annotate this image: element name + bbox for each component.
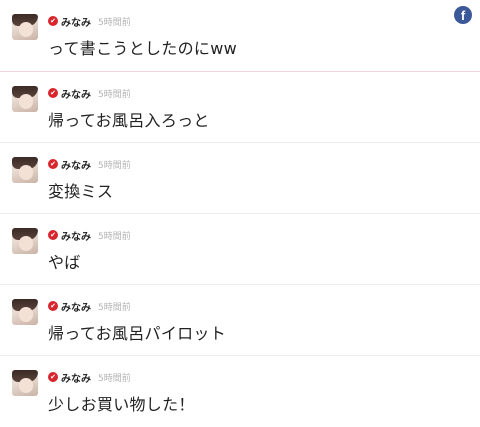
verified-badge-icon: ✔ [48, 16, 58, 26]
post-timestamp: 5時間前 [98, 302, 131, 313]
post-item: ✔ みなみ 5時間前 変換ミス [0, 143, 480, 214]
post-meta: ✔ みなみ 5時間前 [48, 14, 131, 29]
post-timestamp: 5時間前 [98, 160, 131, 171]
post-meta: ✔ みなみ 5時間前 [48, 370, 131, 385]
post-text: 少しお買い物した！ [48, 395, 195, 414]
post-timestamp: 5時間前 [98, 231, 131, 242]
post-item: ✔ みなみ 5時間前 やば [0, 214, 480, 285]
post-meta: ✔ みなみ 5時間前 [48, 86, 131, 101]
post-meta: ✔ みなみ 5時間前 [48, 228, 131, 243]
post-timestamp: 5時間前 [98, 17, 131, 28]
avatar[interactable] [12, 370, 38, 396]
post-item: ✔ みなみ 5時間前 少しお買い物した！ [0, 356, 480, 427]
author-name[interactable]: みなみ [61, 14, 91, 29]
post-text: 帰ってお風呂入ろっと [48, 111, 210, 130]
post-text: 帰ってお風呂パイロット [48, 324, 227, 343]
author-name[interactable]: みなみ [61, 370, 91, 385]
avatar[interactable] [12, 86, 38, 112]
verified-badge-icon: ✔ [48, 230, 58, 240]
post-text: って書こうとしたのにww [48, 39, 237, 58]
post-meta: ✔ みなみ 5時間前 [48, 299, 131, 314]
author-name[interactable]: みなみ [61, 299, 91, 314]
avatar[interactable] [12, 157, 38, 183]
verified-badge-icon: ✔ [48, 372, 58, 382]
post-item: ✔ みなみ 5時間前 って書こうとしたのにww f [0, 0, 480, 72]
verified-badge-icon: ✔ [48, 159, 58, 169]
avatar[interactable] [12, 228, 38, 254]
facebook-icon[interactable]: f [454, 6, 472, 24]
verified-badge-icon: ✔ [48, 88, 58, 98]
post-item: ✔ みなみ 5時間前 帰ってお風呂パイロット [0, 285, 480, 356]
post-text: やば [48, 253, 81, 272]
post-text: 変換ミス [48, 182, 114, 201]
post-meta: ✔ みなみ 5時間前 [48, 157, 131, 172]
avatar[interactable] [12, 299, 38, 325]
author-name[interactable]: みなみ [61, 86, 91, 101]
author-name[interactable]: みなみ [61, 157, 91, 172]
avatar[interactable] [12, 14, 38, 40]
post-item: ✔ みなみ 5時間前 帰ってお風呂入ろっと [0, 72, 480, 143]
verified-badge-icon: ✔ [48, 301, 58, 311]
author-name[interactable]: みなみ [61, 228, 91, 243]
post-feed: ✔ みなみ 5時間前 って書こうとしたのにww f ✔ みなみ 5時間前 帰って… [0, 0, 480, 427]
post-timestamp: 5時間前 [98, 89, 131, 100]
post-timestamp: 5時間前 [98, 373, 131, 384]
